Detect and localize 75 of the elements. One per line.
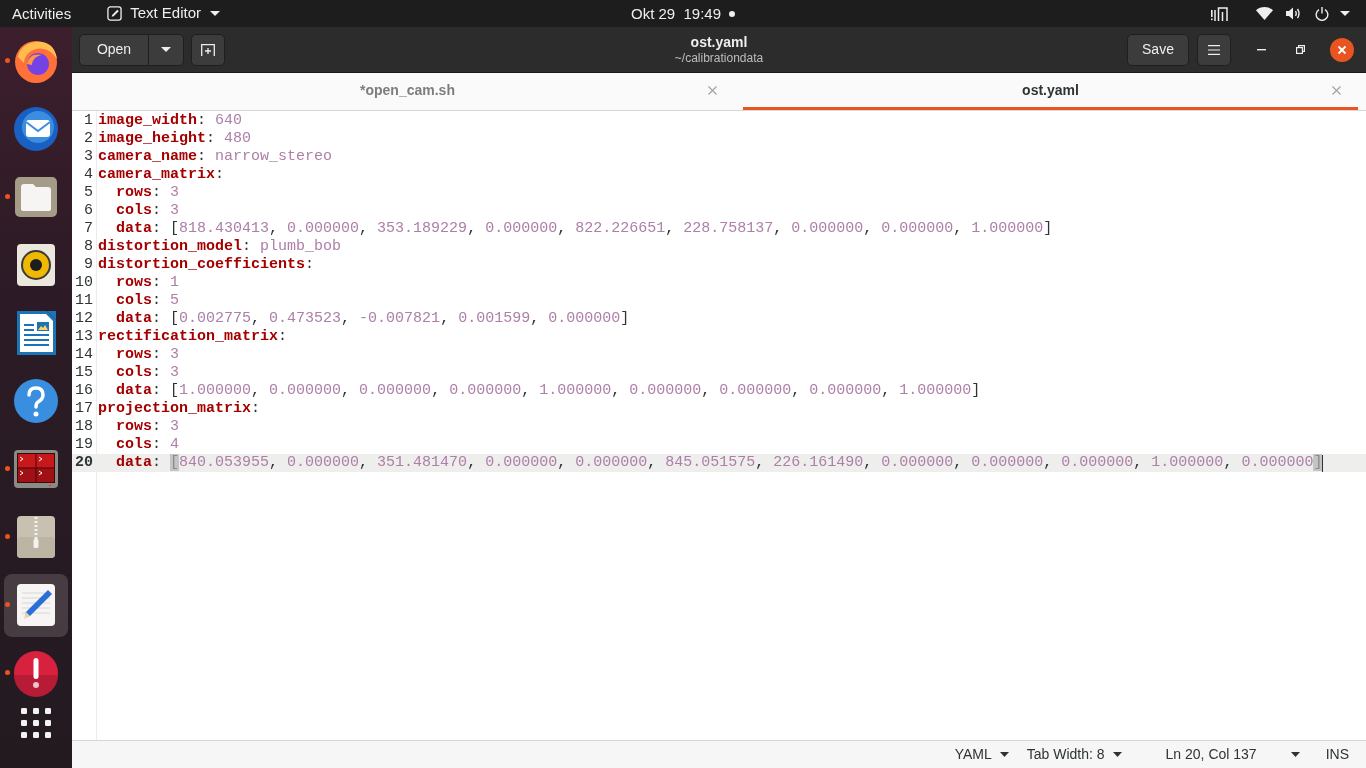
line-number: 18 [74, 418, 93, 436]
code-line: cols: 4 [116, 436, 180, 454]
code-line: rectification_matrix: [98, 328, 288, 346]
menu-button[interactable] [1197, 33, 1231, 66]
code-line: rows: 3 [116, 184, 180, 202]
code-line: cols: 3 [116, 202, 180, 220]
dock-item[interactable] [4, 573, 68, 637]
tab-width-dropdown[interactable]: Tab Width: 8 [1026, 744, 1122, 765]
text-cursor [1322, 454, 1324, 472]
line-number: 1 [83, 112, 93, 130]
code-line: projection_matrix: [98, 400, 261, 418]
line-number: 15 [74, 364, 93, 382]
volume-icon[interactable] [1286, 7, 1301, 20]
caret-icon [1290, 752, 1300, 757]
chart-bars-icon[interactable] [1211, 6, 1228, 21]
window-subtitle: ~/calibrationdata [674, 50, 764, 66]
cursor-position-dropdown[interactable]: Ln 20, Col 137 [1165, 744, 1300, 765]
caret-icon[interactable] [210, 11, 221, 16]
code-line: data: [1.000000, 0.000000, 0.000000, 0.000000, 1.000000, 0.000000, 0.000000, 0.000000, 1.000000] [116, 382, 981, 400]
caret-icon [161, 47, 171, 52]
insert-mode: INS [1325, 745, 1349, 764]
exclamation-icon [12, 649, 60, 697]
close-icon[interactable] [1330, 37, 1354, 62]
caret-icon[interactable] [1340, 11, 1350, 16]
line-number: 17 [74, 400, 93, 418]
app-menu-button[interactable]: Text Editor [107, 0, 221, 27]
line-number: 11 [74, 292, 93, 310]
wifi-icon[interactable] [1256, 7, 1273, 20]
minimize-icon[interactable] [1257, 48, 1266, 51]
grid-icon[interactable] [21, 708, 51, 738]
code-line: data: [840.053955, 0.000000, 351.481470, 0.000000, 0.000000, 845.051575, 226.161490, 0.000000, 0.000000, 0.000000, 1.000000, 0.000000] [116, 454, 1323, 472]
new-tab-button[interactable] [191, 33, 225, 66]
tab-plus-icon [201, 43, 215, 56]
line-number: 13 [74, 328, 93, 346]
code-line: cols: 5 [116, 292, 180, 310]
code-line: camera_name: narrow_stereo [98, 148, 333, 166]
code-line: data: [818.430413, 0.000000, 353.189229, 0.000000, 822.226651, 228.758137, 0.000000, 0.000000, 1.000000] [116, 220, 1053, 238]
code-line: distortion_coefficients: [98, 256, 315, 274]
power-icon[interactable] [1315, 6, 1329, 21]
line-number: 5 [83, 184, 93, 202]
line-number: 4 [83, 166, 93, 184]
line-number: 20 [74, 454, 93, 472]
envelope-icon [12, 105, 60, 153]
code-line: cols: 3 [116, 364, 180, 382]
code-line: data: [0.002775, 0.473523, -0.007821, 0.001599, 0.000000] [116, 310, 630, 328]
question-mark-icon [12, 377, 60, 425]
line-number: 19 [74, 436, 93, 454]
line-number: 14 [74, 346, 93, 364]
code-line: image_width: 640 [98, 112, 243, 130]
save-button[interactable]: Save [1127, 33, 1189, 66]
line-number: 8 [83, 238, 93, 256]
caret-icon [999, 752, 1009, 757]
line-number: 16 [74, 382, 93, 400]
clock[interactable]: Okt 29 19:49 [630, 0, 722, 27]
line-number: 3 [83, 148, 93, 166]
line-number: 10 [74, 274, 93, 292]
code-line: rows: 1 [116, 274, 180, 292]
code-line: rows: 3 [116, 346, 180, 364]
line-number: 7 [83, 220, 93, 238]
activities-button[interactable]: Activities [12, 0, 72, 27]
caret-icon [1112, 752, 1122, 757]
code-line: rows: 3 [116, 418, 180, 436]
code-line: distortion_model: plumb_bob [98, 238, 342, 256]
restore-icon[interactable] [1296, 45, 1305, 54]
menu-icon [1208, 44, 1220, 55]
window-title: ost.yaml [690, 33, 748, 50]
line-number: 2 [83, 130, 93, 148]
pencil-icon [107, 6, 123, 21]
line-number: 6 [83, 202, 93, 220]
tab[interactable]: *open_cam.sh [72, 73, 743, 110]
code-line: camera_matrix: [98, 166, 225, 184]
code-line: image_height: 480 [98, 130, 252, 148]
line-number: 9 [83, 256, 93, 274]
line-number: 12 [74, 310, 93, 328]
language-dropdown[interactable]: YAML [954, 744, 1009, 765]
